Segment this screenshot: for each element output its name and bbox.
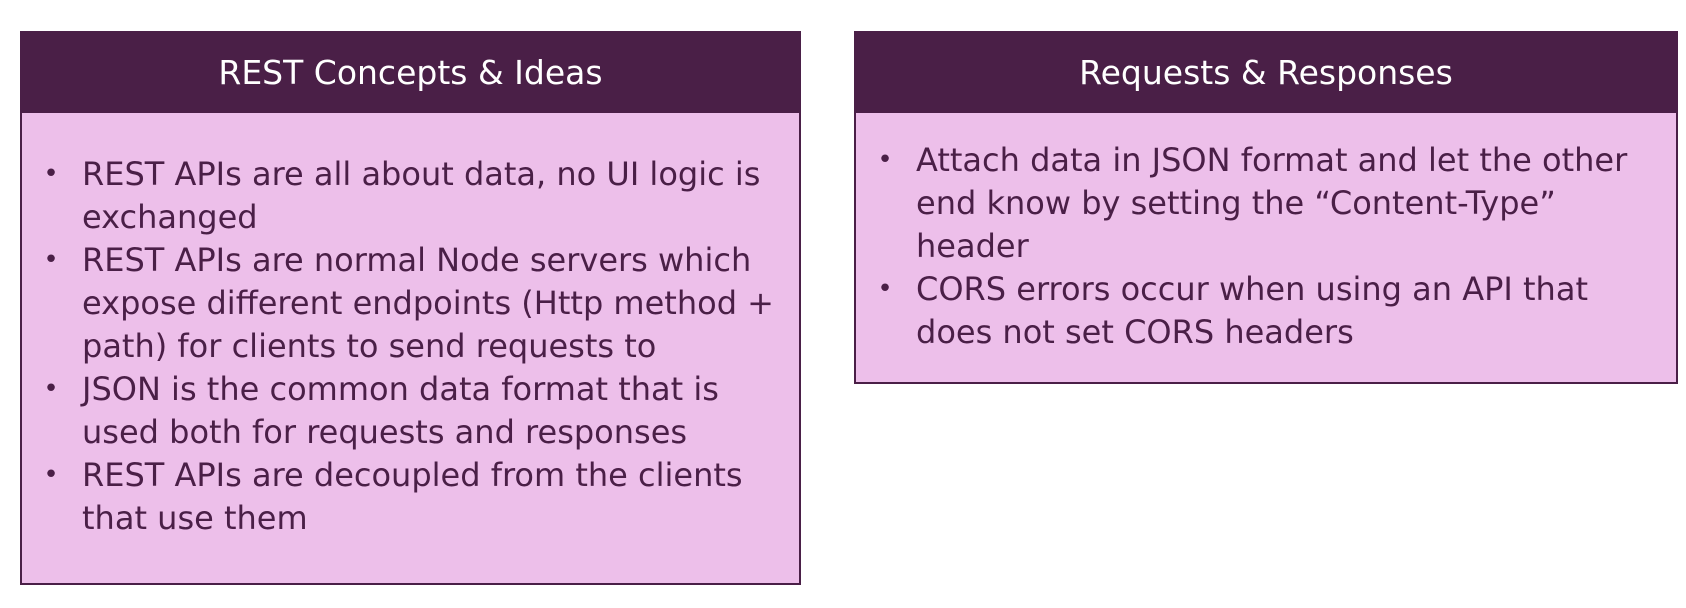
- bullet-icon: •: [43, 245, 59, 275]
- rest-concepts-title: REST Concepts & Ideas: [22, 33, 799, 113]
- bullet-icon: •: [43, 159, 59, 189]
- list-item-text: Attach data in JSON format and let the o…: [916, 141, 1628, 265]
- bullet-icon: •: [43, 374, 59, 404]
- list-item-text: REST APIs are decoupled from the clients…: [82, 456, 743, 537]
- bullet-icon: •: [43, 460, 59, 490]
- list-item: • CORS errors occur when using an API tha…: [870, 268, 1664, 354]
- list-item-text: JSON is the common data format that is u…: [82, 370, 719, 451]
- requests-responses-list: • Attach data in JSON format and let the …: [870, 139, 1664, 354]
- requests-responses-card: Requests & Responses • Attach data in JSO…: [854, 31, 1678, 384]
- list-item: • Attach data in JSON format and let the …: [870, 139, 1664, 268]
- list-item: • REST APIs are all about data, no UI log…: [36, 153, 787, 239]
- bullet-icon: •: [877, 145, 893, 175]
- requests-responses-title: Requests & Responses: [856, 33, 1676, 113]
- list-item: • JSON is the common data format that is …: [36, 368, 787, 454]
- list-item-text: REST APIs are all about data, no UI logi…: [82, 155, 761, 236]
- rest-concepts-card: REST Concepts & Ideas • REST APIs are all…: [20, 31, 801, 585]
- requests-responses-body: • Attach data in JSON format and let the …: [856, 113, 1676, 354]
- list-item: • REST APIs are normal Node servers which…: [36, 239, 787, 368]
- bullet-icon: •: [877, 274, 893, 304]
- list-item-text: REST APIs are normal Node servers which …: [82, 241, 774, 365]
- list-item-text: CORS errors occur when using an API that…: [916, 270, 1588, 351]
- list-item: • REST APIs are decoupled from the client…: [36, 454, 787, 540]
- rest-concepts-body: • REST APIs are all about data, no UI log…: [22, 113, 799, 540]
- rest-concepts-list: • REST APIs are all about data, no UI log…: [36, 153, 787, 540]
